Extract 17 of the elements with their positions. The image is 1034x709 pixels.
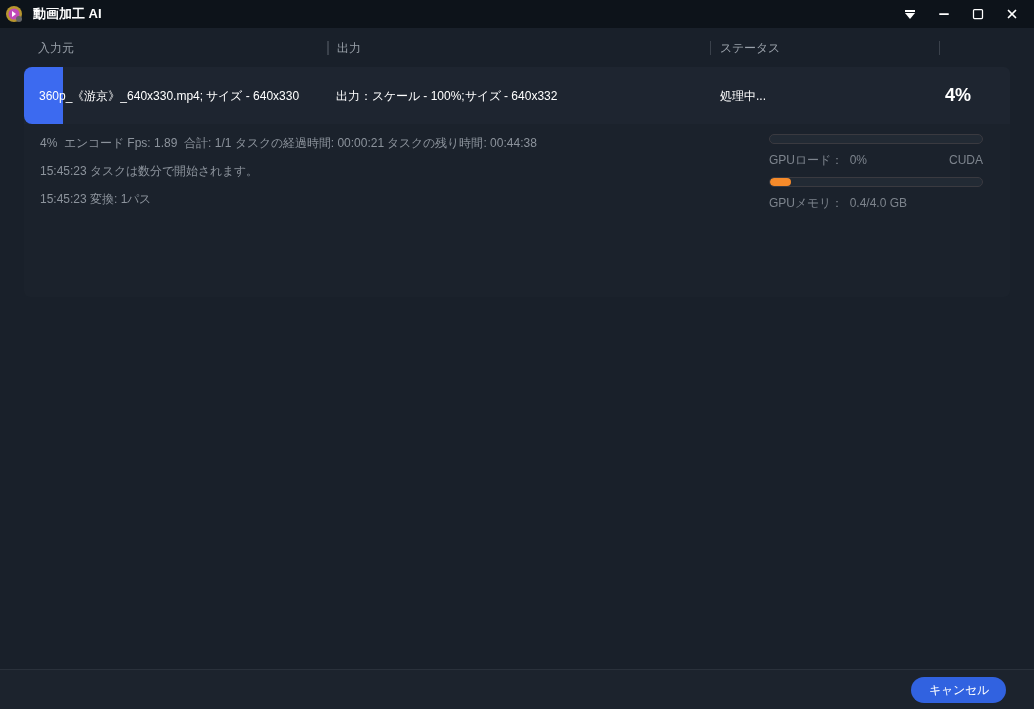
status-text: 処理中... [720,87,767,105]
log-line: 4% エンコード Fps: 1.89 合計: 1/1 タスクの経過時間: 00:00:21 タスクの残り時間: 00:44:38 [40,135,538,152]
cancel-button[interactable]: キャンセル [911,676,1006,703]
maximize-icon[interactable] [972,8,984,20]
output-settings: 出力：スケール - 100%;サイズ - 640x332 [336,87,559,105]
column-header: 出力 [336,39,362,57]
gpu-label: GPUメモリ： 0.4/4.0 GB [769,195,908,212]
column-header: ステータス [719,39,781,57]
log-line: 15:45:23 変換: 1パス [40,191,153,208]
close-icon[interactable] [1005,7,1019,21]
app-logo-icon [5,5,23,23]
log-line: 15:45:23 タスクは数分で開始されます。 [40,163,260,180]
progress-percent: 4% [945,84,971,107]
column-header: 入力元 [37,39,75,57]
gpu-backend: CUDA [949,152,983,169]
gpu-label: GPUロード： 0% [769,152,867,169]
window-title: 動画加工 AI [33,5,102,24]
